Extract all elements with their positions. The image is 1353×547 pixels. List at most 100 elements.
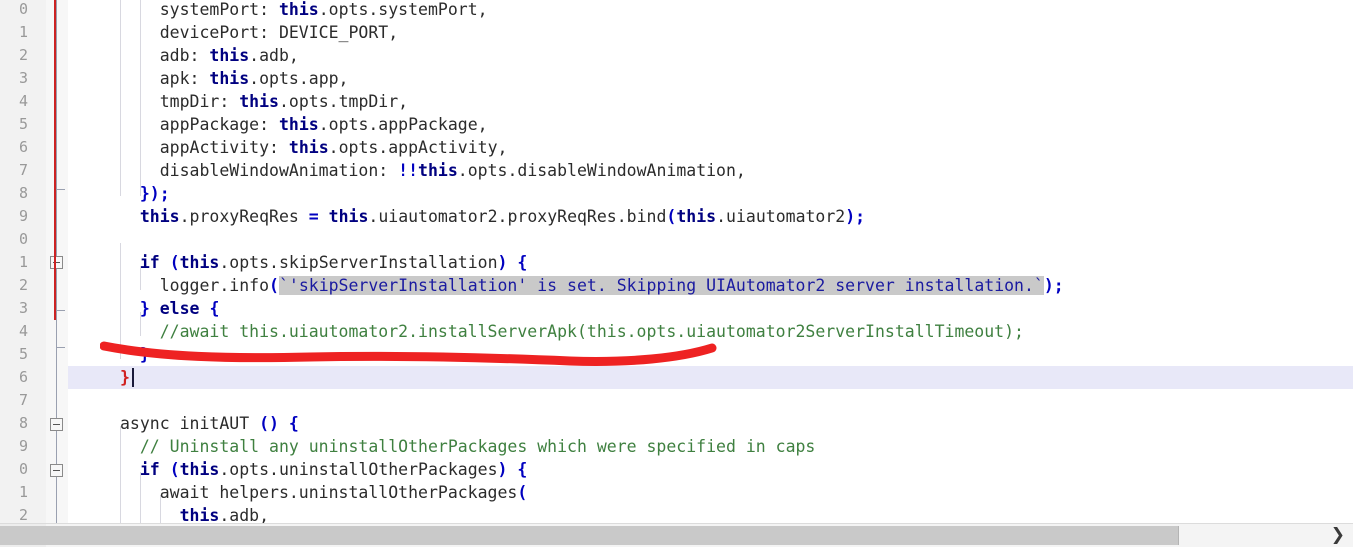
code-line[interactable]: if (this.opts.skipServerInstallation) {: [68, 251, 527, 274]
code-line[interactable]: adb: this.adb,: [68, 44, 299, 67]
code-token-plain: .proxyReqRes: [179, 207, 309, 226]
code-token-kw: else: [159, 299, 200, 318]
code-line[interactable]: }: [68, 366, 130, 389]
code-line-text: }: [68, 366, 130, 389]
code-token-plain: appActivity:: [120, 138, 289, 157]
code-token-punc: (: [169, 253, 180, 272]
code-line[interactable]: devicePort: DEVICE_PORT,: [68, 21, 398, 44]
code-line-text: await helpers.uninstallOtherPackages(: [68, 481, 528, 504]
code-token-plain: systemPort:: [120, 0, 279, 19]
current-line-highlight: [68, 366, 1353, 389]
code-token-plain: apk:: [120, 69, 210, 88]
code-line[interactable]: if (this.opts.uninstallOtherPackages) {: [68, 458, 527, 481]
fold-collapse-icon[interactable]: [50, 256, 63, 269]
code-line[interactable]: [68, 228, 120, 251]
fold-end-tick-icon: [56, 347, 65, 348]
code-line[interactable]: this.adb,: [68, 504, 269, 524]
code-line[interactable]: }: [68, 343, 150, 366]
code-line[interactable]: [68, 389, 120, 412]
line-number: 5: [18, 115, 28, 133]
fold-collapse-icon[interactable]: [50, 418, 63, 431]
code-token-punc: ): [497, 253, 508, 272]
code-token-punc: {: [517, 253, 528, 272]
code-token-punc: );: [1043, 276, 1064, 295]
code-token-str: `'skipServerInstallation' is set. Skippi…: [278, 276, 1044, 295]
code-token-kw: if: [139, 253, 160, 272]
vcs-change-bar[interactable]: [54, 0, 56, 320]
code-line[interactable]: logger.info(`'skipServerInstallation' is…: [68, 274, 1064, 297]
line-number: 6: [18, 368, 28, 386]
code-token-this: this: [139, 207, 180, 226]
code-line[interactable]: appPackage: this.opts.appPackage,: [68, 113, 488, 136]
code-token-cmt: //await this.uiautomator2.installServerA…: [120, 322, 1024, 341]
code-line[interactable]: disableWindowAnimation: !!this.opts.disa…: [68, 159, 746, 182]
code-line-text: this.proxyReqRes = this.uiautomator2.pro…: [68, 205, 865, 228]
code-folding-strip[interactable]: [46, 0, 68, 524]
code-line-text: adb: this.adb,: [68, 44, 299, 67]
line-number: 0: [18, 230, 28, 248]
code-line[interactable]: systemPort: this.opts.systemPort,: [68, 0, 488, 21]
code-token-plain: adb:: [120, 46, 210, 65]
line-number: 3: [18, 69, 28, 87]
fold-collapse-icon[interactable]: [50, 464, 63, 477]
code-line[interactable]: });: [68, 182, 170, 205]
line-number: 0: [18, 0, 28, 18]
code-token-plain: tmpDir:: [120, 92, 240, 111]
horizontal-scrollbar[interactable]: ❯: [0, 523, 1353, 547]
code-token-plain: .opts.uninstallOtherPackages: [219, 460, 498, 479]
code-line-text: // Uninstall any uninstallOtherPackages …: [68, 435, 816, 458]
code-token-punc: {: [517, 460, 528, 479]
code-token-plain: .opts.tmpDir,: [278, 92, 409, 111]
code-token-punc: (: [269, 276, 279, 295]
code-token-plain: logger.info: [120, 276, 270, 295]
code-text-area[interactable]: systemPort: this.opts.systemPort, device…: [68, 0, 1353, 524]
line-number-gutter: 0 1 2 3 4 5 6 7 8 9 0 1 2 3 4 5 6 7 8 9 0 1 2: [0, 0, 47, 524]
text-caret: [131, 368, 134, 387]
code-token-punc: ): [497, 460, 508, 479]
line-number: 7: [18, 391, 28, 409]
code-line[interactable]: } else {: [68, 297, 220, 320]
code-token-plain: .adb,: [249, 46, 299, 65]
code-token-this: this: [278, 115, 319, 134]
code-token-this: this: [179, 506, 220, 524]
code-line-text: systemPort: this.opts.systemPort,: [68, 0, 488, 21]
code-token-punc: (: [666, 207, 677, 226]
code-token-this: this: [676, 207, 717, 226]
code-line[interactable]: tmpDir: this.opts.tmpDir,: [68, 90, 408, 113]
code-token-plain: .opts.skipServerInstallation: [219, 253, 498, 272]
code-token-plain: .opts.appActivity,: [328, 138, 508, 157]
line-number: 0: [18, 460, 28, 478]
code-line[interactable]: // Uninstall any uninstallOtherPackages …: [68, 435, 816, 458]
code-token-cmt: // Uninstall any uninstallOtherPackages …: [120, 437, 816, 456]
fold-connector-line: [56, 0, 57, 330]
line-number: 9: [18, 207, 28, 225]
code-line[interactable]: this.proxyReqRes = this.uiautomator2.pro…: [68, 205, 865, 228]
code-editor-window: 0 1 2 3 4 5 6 7 8 9 0 1 2 3 4 5 6 7 8 9 0 1 2 systemPort: this…: [0, 0, 1353, 547]
code-token-this: this: [209, 46, 250, 65]
code-token-this: this: [209, 69, 250, 88]
code-line[interactable]: await helpers.uninstallOtherPackages(: [68, 481, 528, 504]
code-line-text: //await this.uiautomator2.installServerA…: [68, 320, 1024, 343]
code-line[interactable]: appActivity: this.opts.appActivity,: [68, 136, 508, 159]
scrollbar-thumb[interactable]: [0, 526, 1179, 545]
code-token-punc: !!: [398, 161, 419, 180]
code-line-text: if (this.opts.uninstallOtherPackages) {: [68, 458, 527, 481]
line-number: 1: [18, 23, 28, 41]
code-token-this: this: [179, 253, 220, 272]
code-line[interactable]: async initAUT () {: [68, 412, 299, 435]
code-line[interactable]: apk: this.opts.app,: [68, 67, 349, 90]
chevron-right-icon[interactable]: ❯: [1331, 524, 1345, 547]
fold-end-tick-icon: [56, 310, 65, 311]
code-token-plain: await helpers.uninstallOtherPackages: [120, 483, 518, 502]
code-line-text: });: [68, 182, 170, 205]
code-line[interactable]: //await this.uiautomator2.installServerA…: [68, 320, 1024, 343]
